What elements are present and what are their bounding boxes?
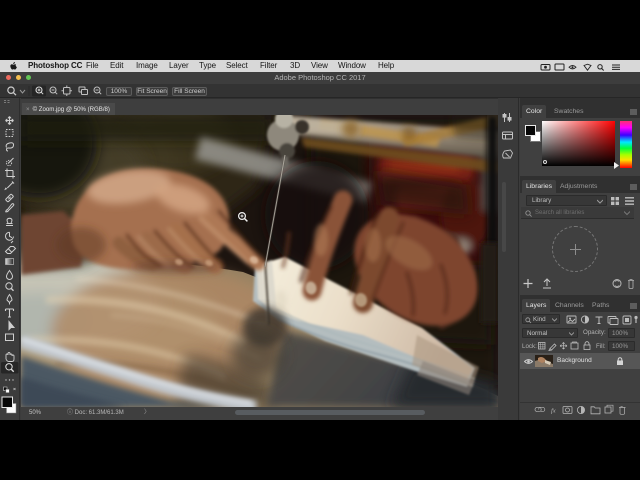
svg-text:fx: fx xyxy=(551,408,556,415)
